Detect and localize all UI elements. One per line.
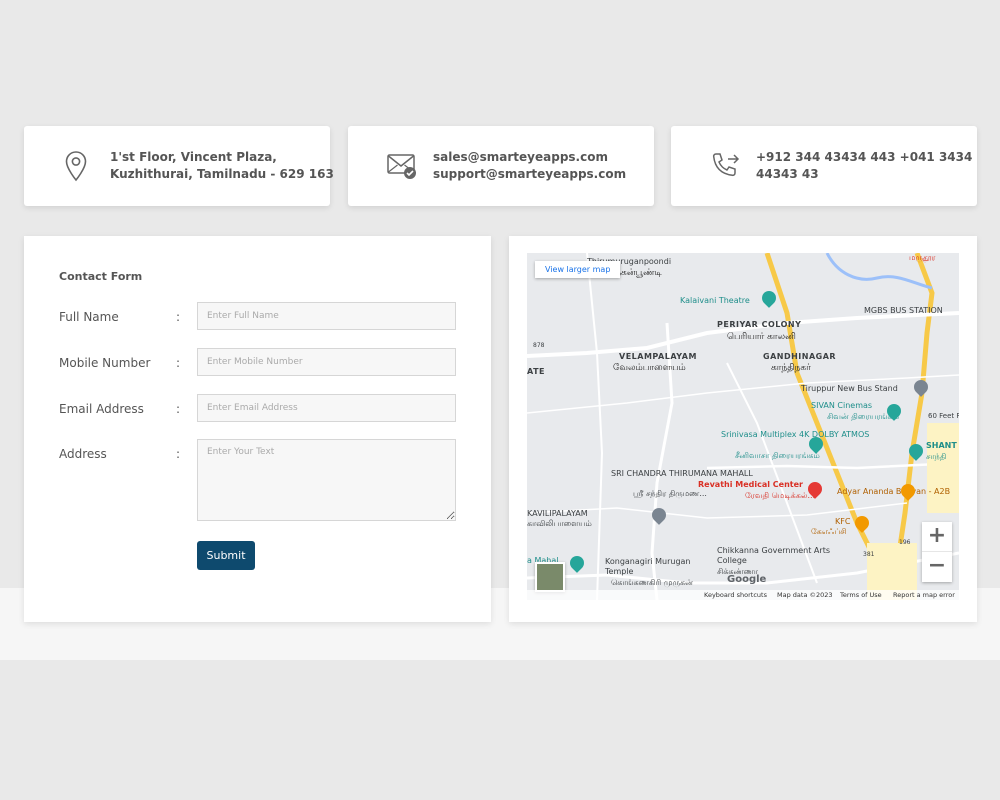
zoom-in-button[interactable]: +: [922, 522, 952, 552]
email-address-label: Email Address: [59, 402, 144, 416]
map-label: வேலம்பாளையம்: [613, 363, 686, 373]
map-label: பெரியார் காலனி: [727, 332, 796, 342]
map-label: ரேவதி மெடிக்கல்...: [745, 491, 816, 500]
map-label: VELAMPALAYAM: [619, 352, 697, 361]
email-card: sales@smarteyeapps.com support@smarteyea…: [348, 126, 654, 206]
map-label: Adyar Ananda Bhavan - A2B: [837, 487, 951, 496]
google-logo: Google: [727, 574, 767, 585]
map-label: சாந்தி: [926, 452, 947, 461]
map-label: Revathi Medical Center: [698, 480, 803, 489]
map-data-text: Map data ©2023: [777, 591, 833, 599]
contact-form: Contact Form Full Name : Mobile Number :…: [24, 236, 491, 622]
colon: :: [176, 447, 181, 461]
map-label: Tiruppur New Bus Stand: [801, 384, 898, 393]
road-shield: 196: [899, 539, 911, 546]
full-name-input[interactable]: [197, 302, 456, 330]
map-label: Konganagiri Murugan Temple: [605, 557, 691, 576]
keyboard-shortcuts-link[interactable]: Keyboard shortcuts: [704, 591, 767, 599]
map-label: ATE: [527, 367, 545, 376]
road-shield: 381: [863, 551, 875, 558]
map-label: PERIYAR COLONY: [717, 320, 802, 329]
mobile-number-input[interactable]: [197, 348, 456, 376]
mobile-number-label: Mobile Number: [59, 356, 151, 370]
map-label: சீனிவாசா திரையரங்கம்: [735, 451, 820, 460]
report-error-link[interactable]: Report a map error: [893, 591, 955, 599]
mail-check-icon: [384, 148, 420, 184]
map-label: கேஎஃப்சி: [811, 527, 847, 536]
road-shield: 878: [533, 342, 545, 349]
phone-card: +912 344 43434 443 +041 3434 44343 43: [671, 126, 977, 206]
email-address-input[interactable]: [197, 394, 456, 422]
map-embed[interactable]: Thirumuruganpoondi திருமுருகன்பூண்டி மரு…: [527, 253, 959, 600]
colon: :: [176, 310, 181, 324]
zoom-out-button[interactable]: −: [922, 552, 952, 582]
terms-link[interactable]: Terms of Use: [840, 591, 882, 599]
map-label: SIVAN Cinemas: [811, 401, 873, 410]
address-line-2: Kuzhithurai, Tamilnadu - 629 163: [110, 167, 334, 181]
map-label: காந்திநகர்: [771, 363, 811, 373]
support-email[interactable]: support@smarteyeapps.com: [433, 166, 626, 183]
zoom-controls: + −: [922, 522, 952, 582]
submit-button[interactable]: Submit: [197, 541, 255, 570]
address-label: Address: [59, 447, 107, 461]
view-larger-map-link[interactable]: View larger map: [535, 261, 621, 278]
phone-line-2[interactable]: 44343 43: [756, 166, 972, 183]
map-label: Chikkanna Government Arts College: [717, 546, 830, 565]
address-textarea[interactable]: [197, 439, 456, 521]
map-label: காவிலிபாளையம்: [527, 519, 592, 528]
address-line-1: 1'st Floor, Vincent Plaza,: [110, 150, 277, 164]
map-label: MGBS BUS STATION: [864, 306, 943, 315]
map-attribution: Keyboard shortcuts Map data ©2023 Terms …: [527, 590, 959, 600]
phone-forward-icon: [707, 148, 743, 184]
location-pin-icon: [58, 148, 94, 184]
sales-email[interactable]: sales@smarteyeapps.com: [433, 149, 626, 166]
form-title: Contact Form: [59, 270, 143, 283]
map-label: Srinivasa Multiplex 4K DOLBY ATMOS: [721, 430, 870, 439]
satellite-toggle[interactable]: [535, 562, 565, 592]
full-name-label: Full Name: [59, 310, 119, 324]
phone-line-1[interactable]: +912 344 43434 443 +041 3434: [756, 149, 972, 166]
map-label: SRI CHANDRA THIRUMANA MAHALL: [611, 469, 753, 478]
map-label: KAVILIPALAYAM: [527, 509, 588, 518]
map-label: Kalaivani Theatre: [680, 296, 750, 305]
map-label: கொங்கணகிரி முருகன்: [611, 578, 693, 587]
colon: :: [176, 356, 181, 370]
colon: :: [176, 402, 181, 416]
address-card: 1'st Floor, Vincent Plaza, Kuzhithurai, …: [24, 126, 334, 206]
map-label: GANDHINAGAR: [763, 352, 837, 361]
map-label: SHANT: [926, 441, 957, 450]
map-label: KFC: [835, 517, 851, 526]
map-label: 60 Feet R: [928, 412, 959, 420]
map-label: ஸ்ரீ சந்திர திருமண...: [633, 489, 707, 498]
map-label: மருதூர: [909, 253, 936, 262]
map-panel: Thirumuruganpoondi திருமுருகன்பூண்டி மரு…: [509, 236, 977, 622]
